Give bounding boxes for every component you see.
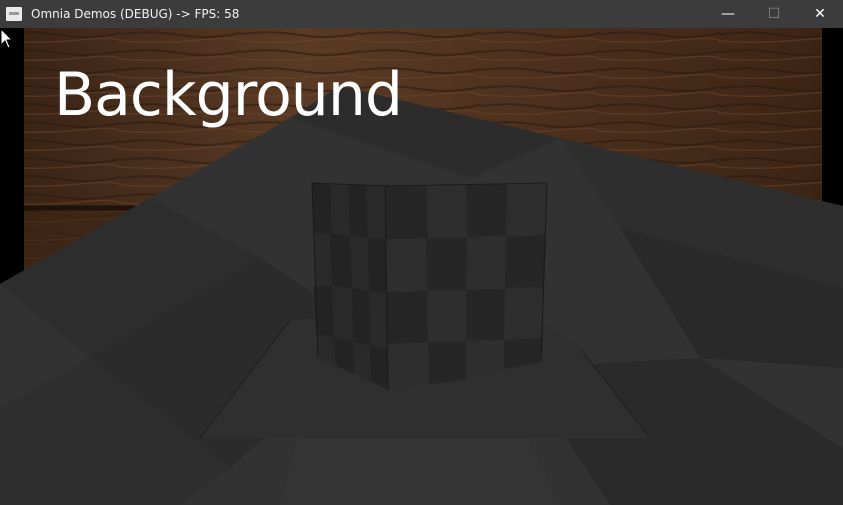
window-title: Omnia Demos (DEBUG) -> FPS: 58 [31, 7, 240, 21]
maximize-button[interactable]: ☐ [751, 0, 797, 28]
app-icon [6, 7, 22, 21]
title-bar[interactable]: Omnia Demos (DEBUG) -> FPS: 58 — ☐ ✕ [0, 0, 843, 28]
mouse-cursor-icon [0, 28, 14, 49]
minimize-button[interactable]: — [705, 0, 751, 28]
checker-cube [311, 182, 548, 391]
game-viewport[interactable]: Background [0, 28, 843, 505]
window-controls: — ☐ ✕ [705, 0, 843, 28]
close-button[interactable]: ✕ [797, 0, 843, 28]
background-label: Background [54, 60, 403, 130]
